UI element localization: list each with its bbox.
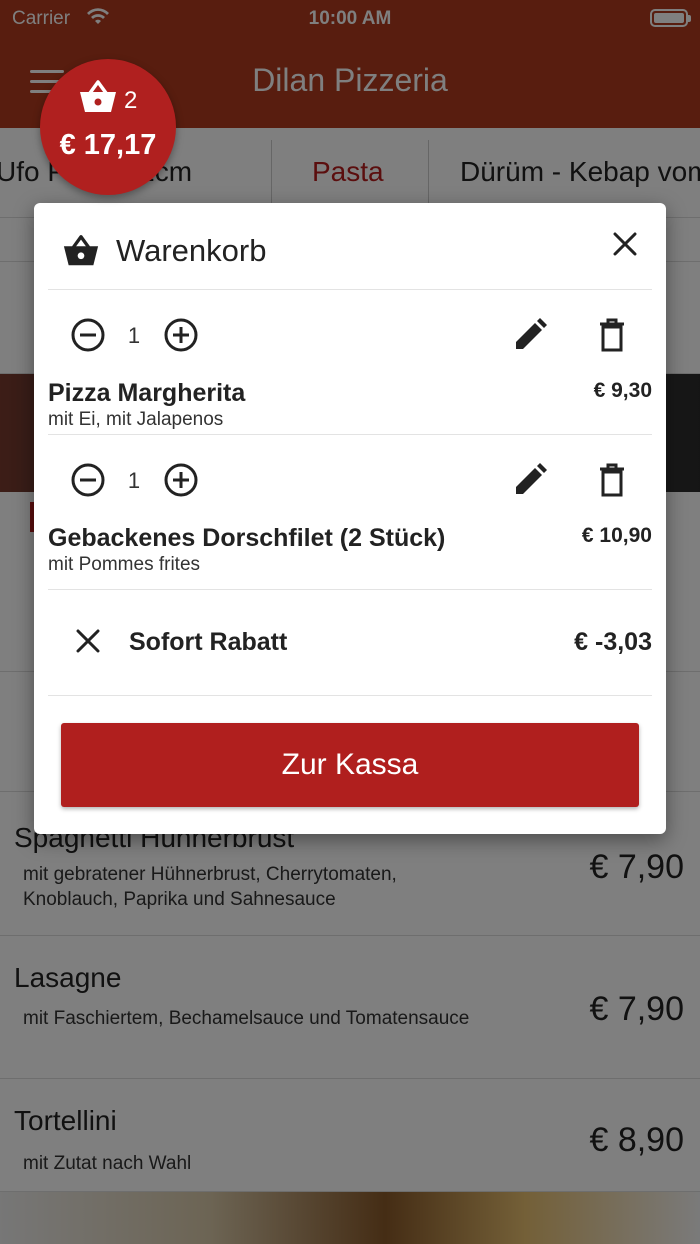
cart-badge[interactable]: 2 € 17,17: [40, 59, 176, 195]
trash-icon[interactable]: [594, 317, 630, 353]
cart-modal: Warenkorb 1 Pizza Margherita mit Ei, mit…: [34, 203, 666, 834]
discount-label: Sofort Rabatt: [129, 628, 288, 656]
cart-count: 2: [124, 87, 138, 114]
close-icon[interactable]: [72, 625, 104, 657]
minus-circle-icon[interactable]: [70, 462, 106, 498]
plus-circle-icon[interactable]: [163, 462, 199, 498]
cart-item: 1 Pizza Margherita mit Ei, mit Jalapenos…: [34, 289, 666, 434]
divider: [48, 695, 652, 696]
item-name: Pizza Margherita: [48, 379, 246, 407]
trash-icon[interactable]: [594, 462, 630, 498]
basket-icon: [80, 80, 116, 112]
item-quantity: 1: [127, 323, 141, 348]
item-options: mit Ei, mit Jalapenos: [48, 409, 224, 430]
plus-circle-icon[interactable]: [163, 317, 199, 353]
item-price: € 9,30: [593, 379, 652, 402]
checkout-button[interactable]: Zur Kassa: [61, 723, 639, 807]
pencil-icon[interactable]: [512, 462, 548, 498]
pencil-icon[interactable]: [512, 317, 548, 353]
minus-circle-icon[interactable]: [70, 317, 106, 353]
cart-total: € 17,17: [59, 129, 157, 161]
item-price: € 10,90: [581, 524, 652, 547]
cart-title: Warenkorb: [116, 233, 267, 268]
divider: [48, 589, 652, 590]
close-icon[interactable]: [610, 229, 640, 259]
item-name: Gebackenes Dorschfilet (2 Stück): [48, 524, 446, 552]
item-quantity: 1: [127, 468, 141, 493]
basket-icon: [63, 235, 99, 266]
cart-item: 1 Gebackenes Dorschfilet (2 Stück) mit P…: [34, 434, 666, 589]
item-options: mit Pommes frites: [48, 554, 201, 575]
discount-value: € -3,03: [574, 628, 652, 656]
